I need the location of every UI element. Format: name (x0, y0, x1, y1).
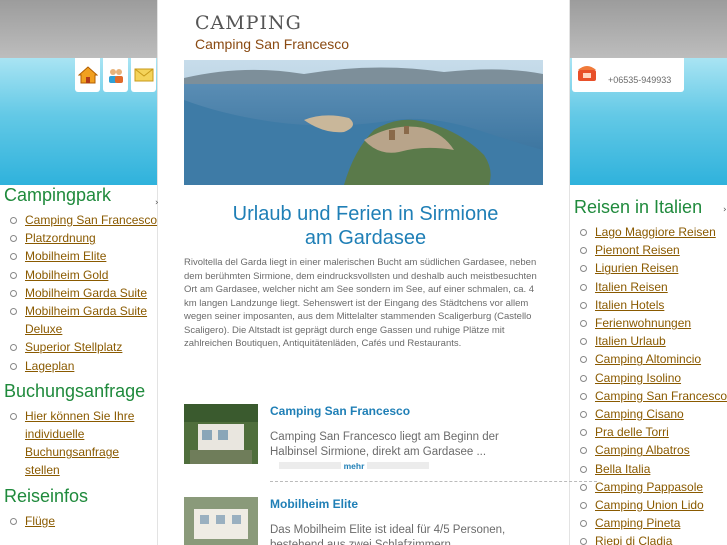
left-header-band (0, 0, 157, 185)
logo-title[interactable]: CAMPING (195, 12, 302, 34)
teaser-title[interactable]: Camping San Francesco (270, 404, 410, 418)
sidebar-link[interactable]: Mobilheim Elite (0, 247, 157, 265)
teaser-thumbnail[interactable] (184, 497, 258, 545)
sidebar-link[interactable]: Piemont Reisen (570, 241, 727, 259)
sidebar-link[interactable]: Ferienwohnungen (570, 314, 727, 332)
sidebar-heading-reisen: Reisen in Italien (574, 197, 703, 217)
sidebar-heading-buchungsanfrage: Buchungsanfrage (4, 380, 146, 401)
phone-icon (576, 64, 598, 86)
teaser-thumbnail[interactable] (184, 404, 258, 464)
sidebar-link[interactable]: Riepi di Cladia (570, 532, 727, 545)
campingpark-list: Camping San Francesco Platzordnung Mobil… (0, 211, 157, 375)
teaser-title[interactable]: Mobilheim Elite (270, 497, 358, 511)
sidebar-link[interactable]: Camping Isolino (570, 369, 727, 387)
reiseinfos-list: Flüge (0, 512, 157, 530)
hero-image (184, 60, 543, 185)
sidebar-link[interactable]: Mobilheim Garda Suite Deluxe (0, 302, 157, 338)
sidebar-link[interactable]: Platzordnung (0, 229, 157, 247)
headline-line-2: am Gardasee (304, 227, 427, 249)
sidebar-link[interactable]: Camping Albatros (570, 441, 727, 459)
divider (270, 481, 597, 482)
phone-box: +06535-949933 (572, 58, 684, 92)
sidebar-link[interactable]: Mobilheim Gold (0, 266, 157, 284)
sidebar-heading-campingpark: Campingpark (4, 185, 112, 205)
teaser-item: Mobilheim Elite Das Mobilheim Elite ist … (184, 497, 574, 545)
sidebar-link[interactable]: Ligurien Reisen (570, 259, 727, 277)
sidebar-link[interactable]: Camping Altomincio (570, 350, 727, 368)
phone-number[interactable]: +06535-949933 (608, 75, 671, 85)
right-sidebar: Reisen in Italien Lago Maggiore Reisen P… (570, 185, 727, 545)
sidebar-link[interactable]: Superior Stellplatz (0, 338, 157, 356)
sidebar-link[interactable]: Italien Reisen (570, 278, 727, 296)
sidebar-link[interactable]: Mobilheim Garda Suite (0, 284, 157, 302)
sidebar-link[interactable]: Italien Urlaub (570, 332, 727, 350)
sidebar-link[interactable]: Camping Union Lido (570, 496, 727, 514)
main-content: CAMPING Camping San Francesco Urlaub und… (157, 0, 597, 545)
sidebar-link[interactable]: Lageplan (0, 357, 157, 375)
booking-request-link[interactable]: Hier können Sie Ihre individuelle Buchun… (0, 407, 157, 480)
more-link[interactable]: mehr (279, 460, 429, 471)
page-headline: Urlaub und Ferien in Sirmione am Gardase… (198, 202, 533, 250)
more-link-label[interactable]: mehr (340, 460, 368, 471)
sidebar-link[interactable]: Camping Pineta (570, 514, 727, 532)
arrow-icon: › (723, 205, 727, 215)
people-icon[interactable] (103, 58, 128, 92)
sidebar-link[interactable]: Camping San Francesco (0, 211, 157, 229)
teaser-text: Camping San Francesco liegt am Beginn de… (270, 431, 499, 458)
sidebar-link[interactable]: Lago Maggiore Reisen (570, 223, 727, 241)
sidebar-link[interactable]: Camping Pappasole (570, 478, 727, 496)
buchungsanfrage-list: Hier können Sie Ihre individuelle Buchun… (0, 407, 157, 480)
sidebar-link[interactable]: Camping Cisano (570, 405, 727, 423)
sidebar-link[interactable]: Camping San Francesco (570, 387, 727, 405)
sidebar-link[interactable]: Bella Italia (570, 460, 727, 478)
reisen-list: Lago Maggiore Reisen Piemont Reisen Ligu… (570, 223, 727, 545)
logo-subtitle: Camping San Francesco (195, 36, 350, 52)
sidebar-heading-reiseinfos: Reiseinfos (4, 485, 89, 506)
home-icon[interactable] (75, 58, 100, 92)
right-header-band (570, 0, 727, 185)
sidebar-link[interactable]: Italien Hotels (570, 296, 727, 314)
teaser-text: Das Mobilheim Elite ist ideal für 4/5 Pe… (270, 524, 506, 545)
teaser-item: Camping San Francesco Camping San France… (184, 404, 597, 482)
headline-line-1: Urlaub und Ferien in Sirmione (232, 203, 499, 225)
left-sidebar: Campingpark Camping San Francesco Platzo… (0, 185, 157, 530)
intro-text: Rivoltella del Garda liegt in einer male… (184, 257, 537, 349)
header-icon-bar (75, 58, 156, 92)
sidebar-link[interactable]: Flüge (0, 512, 157, 530)
sidebar-link[interactable]: Pra delle Torri (570, 423, 727, 441)
mail-icon[interactable] (131, 58, 156, 92)
